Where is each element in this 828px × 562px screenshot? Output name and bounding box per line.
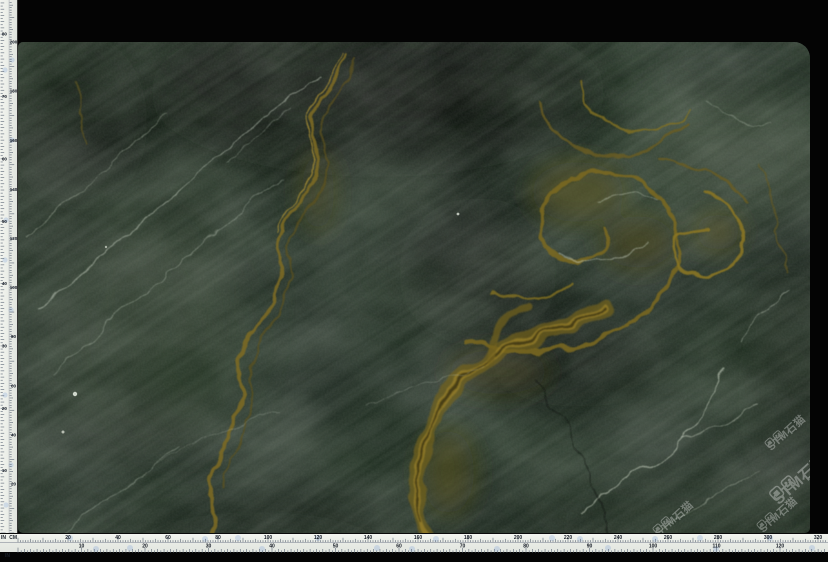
bottom-cm-label: 120 [314, 535, 323, 541]
bottom-cm-label: 100 [264, 535, 273, 541]
left-ruler: 80 70 60 50 40 30 20 10 200 180 160 140 120 100 80 60 40… [0, 0, 18, 533]
left-cm-label: 160 [10, 138, 18, 143]
bottom-cm-label: 40 [115, 535, 121, 541]
bottom-cm-label: 240 [614, 535, 623, 541]
left-in-label: 50 [2, 219, 8, 224]
bottom-in-label: 80 [523, 543, 529, 549]
bottom-cm-label: 60 [165, 535, 171, 541]
slab-scan-viewer: { "viewer": { "description": "stone slab… [0, 0, 828, 552]
bottom-in-label: 60 [396, 543, 402, 549]
left-cm-label: 200 [10, 40, 18, 45]
bottom-in-label: 100 [649, 543, 658, 549]
left-cm-label: 80 [11, 334, 17, 339]
bottom-in-label: 30 [206, 543, 212, 549]
left-cm-label: 120 [10, 236, 18, 241]
corner-in2-label: IN [5, 553, 10, 559]
left-in-label: 40 [2, 281, 8, 286]
bottom-cm-label: 200 [514, 535, 523, 541]
bottom-cm-label: 320 [814, 535, 823, 541]
corner-in-label: IN [1, 535, 6, 541]
left-cm-label: 60 [11, 383, 17, 388]
ruler-corner: IN CM IN [0, 534, 18, 553]
left-in-label: 80 [2, 32, 8, 37]
left-cm-label: 40 [11, 432, 17, 437]
bottom-cm-label: 220 [564, 535, 573, 541]
slab-texture [18, 42, 810, 533]
left-cm-label: 140 [10, 187, 18, 192]
bottom-in-label: 10 [79, 543, 85, 549]
left-in-label: 20 [2, 406, 8, 411]
slab-photo: STM石猫STM石猫STM石猫STM石猫 [18, 42, 810, 533]
corner-cm-label: CM [9, 535, 17, 541]
bottom-cm-label: 140 [364, 535, 373, 541]
left-in-label: 70 [2, 94, 8, 99]
bottom-cm-label: 300 [764, 535, 773, 541]
bottom-in-label: 90 [587, 543, 593, 549]
bottom-in-label: 110 [712, 543, 720, 549]
bottom-in-label: 20 [142, 543, 148, 549]
bottom-ruler-scale: 20 40 60 80 100 120 140 160 180 200 220 240 260 280 30… [0, 534, 828, 553]
bottom-in-label: 40 [269, 543, 275, 549]
bottom-cm-label: 20 [65, 535, 71, 541]
corner-units-row2: IN [5, 544, 10, 562]
bottom-cm-label: 280 [714, 535, 723, 541]
bottom-cm-label: 80 [215, 535, 221, 541]
left-cm-label: 180 [10, 89, 18, 94]
left-in-label: 60 [2, 156, 8, 161]
bottom-in-label: 50 [333, 543, 339, 549]
left-ruler-scale: 80 70 60 50 40 30 20 10 200 180 160 140 120 100 80 60 40… [0, 0, 18, 533]
bottom-cm-label: 260 [664, 535, 673, 541]
left-in-label: 30 [2, 344, 8, 349]
left-cm-label: 100 [10, 285, 18, 290]
left-in-label: 10 [2, 468, 8, 473]
bottom-in-label: 120 [776, 543, 785, 549]
left-cm-label: 20 [11, 482, 17, 487]
bottom-in-label: 70 [460, 543, 466, 549]
corner-units-row1: IN CM [0, 535, 18, 541]
bottom-cm-label: 160 [414, 535, 423, 541]
bottom-ruler: 20 40 60 80 100 120 140 160 180 200 220 240 260 280 30… [0, 533, 828, 552]
bottom-cm-label: 180 [464, 535, 473, 541]
